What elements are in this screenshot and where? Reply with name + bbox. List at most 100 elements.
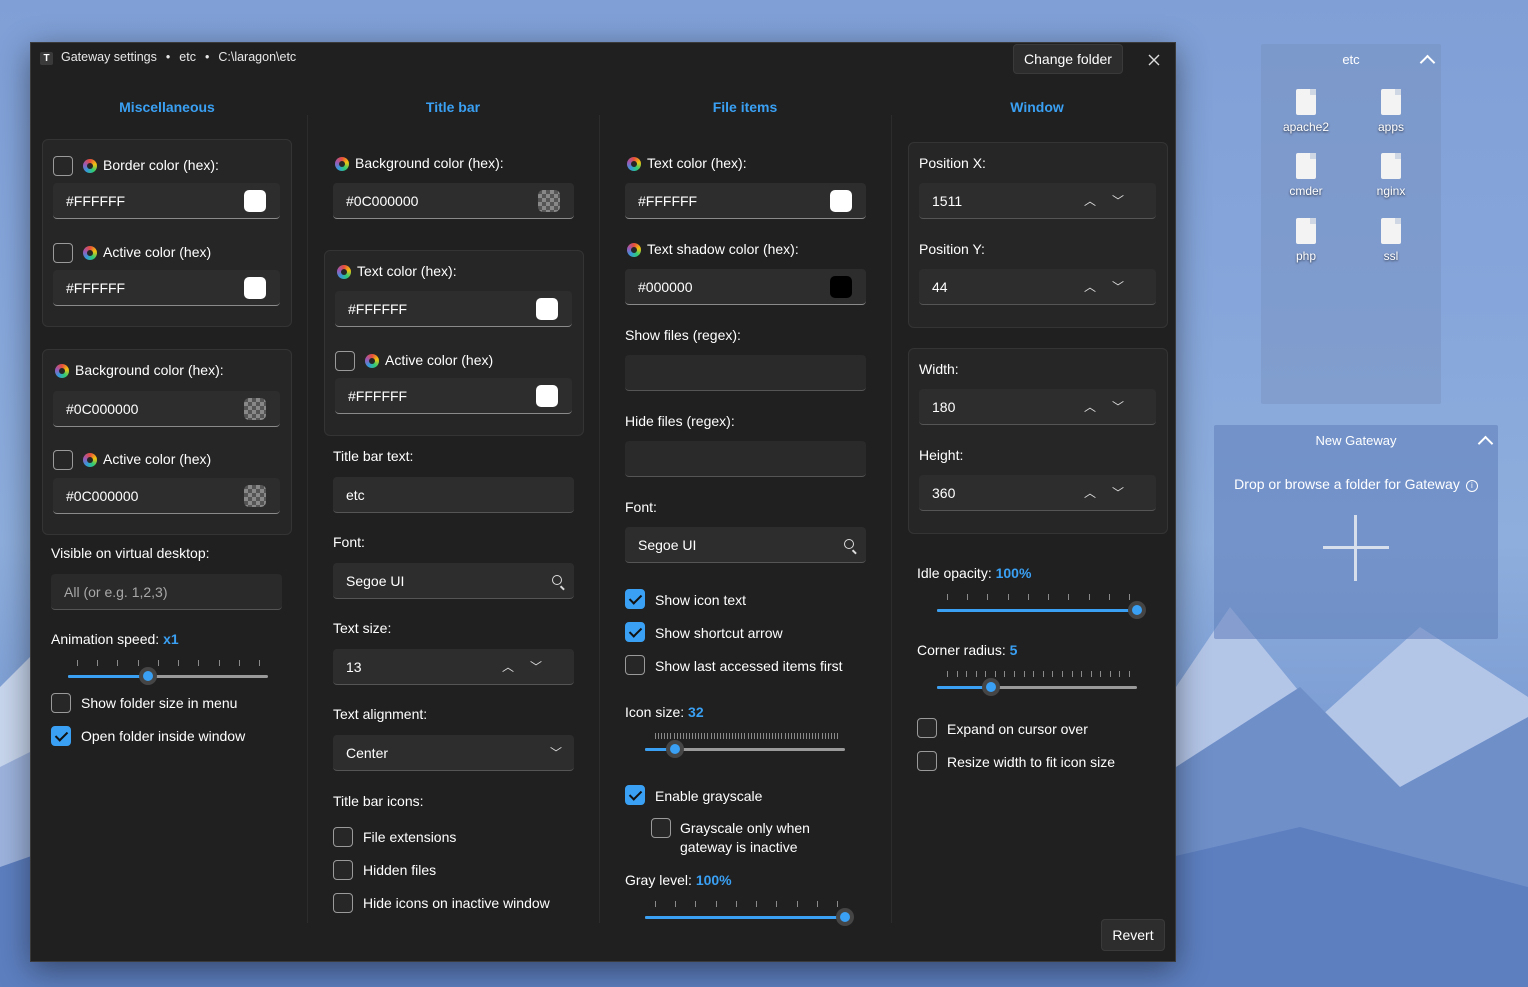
spin-up-down-icon[interactable]: ︿﹀: [502, 649, 558, 685]
show-last-accessed-checkbox[interactable]: [625, 655, 645, 675]
search-icon[interactable]: [552, 575, 562, 585]
hide-icons-inactive-checkbox[interactable]: [333, 893, 353, 913]
folder-icon[interactable]: [1296, 153, 1316, 179]
show-shortcut-arrow-checkbox[interactable]: [625, 622, 645, 642]
file-label-apache2[interactable]: apache2: [1276, 120, 1336, 134]
enable-grayscale-checkbox[interactable]: [625, 785, 645, 805]
color-swatch[interactable]: [536, 298, 558, 320]
icon-size-slider[interactable]: [645, 739, 845, 759]
tb-alignment-select[interactable]: Center ﹀: [333, 735, 574, 771]
color-picker-icon[interactable]: [83, 246, 97, 260]
color-swatch[interactable]: [244, 190, 266, 212]
color-picker-icon[interactable]: [627, 243, 641, 257]
tb-text-input[interactable]: etc: [333, 477, 574, 513]
bg-active-input[interactable]: #0C000000: [53, 478, 280, 514]
tb-icons-label: Title bar icons:: [333, 793, 424, 809]
position-x-stepper[interactable]: 1511 ︿﹀: [919, 183, 1156, 219]
virtual-desktop-input[interactable]: All (or e.g. 1,2,3): [51, 574, 282, 610]
slider-thumb[interactable]: [982, 678, 1000, 696]
show-folder-size-checkbox[interactable]: [51, 693, 71, 713]
open-inside-window-checkbox[interactable]: [51, 726, 71, 746]
tb-active-color-input[interactable]: #FFFFFF: [335, 378, 572, 414]
close-icon[interactable]: [1143, 49, 1165, 71]
color-swatch[interactable]: [538, 190, 560, 212]
position-x-label: Position X:: [919, 155, 986, 171]
folder-icon[interactable]: [1381, 89, 1401, 115]
file-extensions-checkbox[interactable]: [333, 827, 353, 847]
change-folder-button[interactable]: Change folder: [1013, 44, 1123, 74]
info-icon[interactable]: i: [1465, 480, 1478, 492]
file-label-php[interactable]: php: [1276, 249, 1336, 263]
show-last-accessed-label: Show last accessed items first: [655, 658, 843, 674]
color-picker-icon[interactable]: [337, 265, 351, 279]
window-titlebar: T Gateway settings • etc • C:\laragon\etc Ch…: [31, 43, 1175, 75]
tb-font-input[interactable]: Segoe UI: [333, 563, 574, 599]
virtual-desktop-label: Visible on virtual desktop:: [51, 545, 210, 561]
spin-up-down-icon[interactable]: ︿﹀: [1084, 475, 1140, 511]
color-swatch[interactable]: [830, 190, 852, 212]
color-picker-icon[interactable]: [365, 354, 379, 368]
folder-icon[interactable]: [1381, 218, 1401, 244]
color-swatch[interactable]: [830, 276, 852, 298]
width-stepper[interactable]: 180 ︿﹀: [919, 389, 1156, 425]
fi-text-color-input[interactable]: #FFFFFF: [625, 183, 866, 219]
fi-shadow-color-input[interactable]: #000000: [625, 269, 866, 305]
tb-active-color-checkbox[interactable]: [335, 351, 355, 371]
grayscale-inactive-label: Grayscale only when gateway is inactive: [680, 820, 810, 855]
folder-icon[interactable]: [1296, 89, 1316, 115]
slider-thumb[interactable]: [666, 740, 684, 758]
gray-level-slider[interactable]: [645, 907, 854, 927]
folder-icon[interactable]: [1381, 153, 1401, 179]
border-color-input[interactable]: #FFFFFF: [53, 183, 280, 219]
folder-icon[interactable]: [1296, 218, 1316, 244]
height-stepper[interactable]: 360 ︿﹀: [919, 475, 1156, 511]
window-title: Gateway settings • etc • C:\laragon\etc: [61, 50, 297, 64]
position-y-label: Position Y:: [919, 241, 985, 257]
tb-bg-color-input[interactable]: #0C000000: [333, 183, 574, 219]
color-swatch[interactable]: [244, 485, 266, 507]
idle-opacity-slider[interactable]: [937, 600, 1146, 620]
show-icon-text-checkbox[interactable]: [625, 589, 645, 609]
spin-up-down-icon[interactable]: ︿﹀: [1084, 183, 1140, 219]
slider-thumb[interactable]: [1128, 601, 1146, 619]
add-folder-icon[interactable]: [1354, 515, 1357, 581]
file-label-apps[interactable]: apps: [1361, 120, 1421, 134]
border-color-checkbox[interactable]: [53, 156, 73, 176]
bg-color-input[interactable]: #0C000000: [53, 391, 280, 427]
revert-button[interactable]: Revert: [1101, 919, 1165, 951]
grayscale-inactive-checkbox[interactable]: [651, 818, 671, 838]
file-label-ssl[interactable]: ssl: [1361, 249, 1421, 263]
border-active-input[interactable]: #FFFFFF: [53, 270, 280, 306]
color-swatch[interactable]: [536, 385, 558, 407]
position-y-stepper[interactable]: 44 ︿﹀: [919, 269, 1156, 305]
color-picker-icon[interactable]: [627, 157, 641, 171]
show-files-input[interactable]: [625, 355, 866, 391]
tb-text-size-stepper[interactable]: 13 ︿﹀: [333, 649, 574, 685]
border-active-checkbox[interactable]: [53, 243, 73, 263]
color-picker-icon[interactable]: [55, 364, 69, 378]
animation-speed-slider[interactable]: [68, 666, 268, 686]
slider-thumb[interactable]: [836, 908, 854, 926]
resize-width-checkbox[interactable]: [917, 751, 937, 771]
bg-active-checkbox[interactable]: [53, 450, 73, 470]
expand-cursor-checkbox[interactable]: [917, 718, 937, 738]
tb-text-color-input[interactable]: #FFFFFF: [335, 291, 572, 327]
spin-up-down-icon[interactable]: ︿﹀: [1084, 389, 1140, 425]
hidden-files-label: Hidden files: [363, 862, 437, 878]
color-picker-icon[interactable]: [335, 157, 349, 171]
search-icon[interactable]: [844, 539, 854, 549]
slider-thumb[interactable]: [139, 667, 157, 685]
fi-font-input[interactable]: Segoe UI: [625, 527, 866, 563]
color-swatch[interactable]: [244, 277, 266, 299]
spin-up-down-icon[interactable]: ︿﹀: [1084, 269, 1140, 305]
hide-files-input[interactable]: [625, 441, 866, 477]
corner-radius-label: Corner radius: 5: [917, 642, 1018, 658]
file-label-cmder[interactable]: cmder: [1276, 184, 1336, 198]
file-label-nginx[interactable]: nginx: [1361, 184, 1421, 198]
color-picker-icon[interactable]: [83, 453, 97, 467]
color-swatch[interactable]: [244, 398, 266, 420]
corner-radius-slider[interactable]: [937, 677, 1137, 697]
chevron-down-icon[interactable]: ﹀: [550, 735, 562, 771]
hidden-files-checkbox[interactable]: [333, 860, 353, 880]
color-picker-icon[interactable]: [83, 159, 97, 173]
